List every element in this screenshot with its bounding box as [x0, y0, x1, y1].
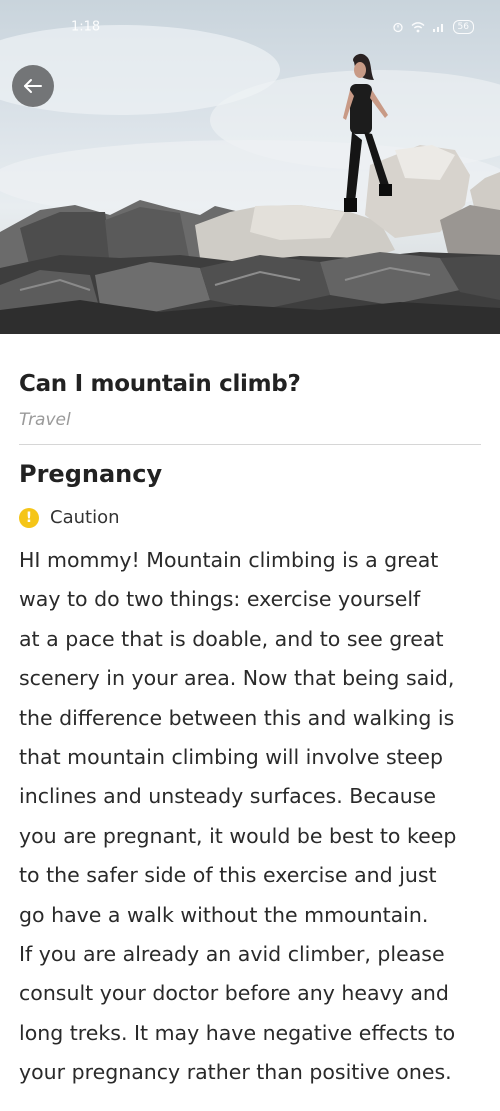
- section-title: Pregnancy: [19, 460, 163, 488]
- screen: 1:18 56 Can I mountain climb? Travel Pre…: [0, 0, 500, 1111]
- body-line: inclines and unsteady surfaces. Because: [19, 784, 437, 809]
- divider: [19, 444, 481, 445]
- status-bar: 1:18 56: [0, 0, 500, 36]
- back-button[interactable]: [12, 65, 54, 107]
- body-line: long treks. It may have negative effects…: [19, 1020, 456, 1045]
- body-line: that mountain climbing will involve stee…: [19, 745, 443, 770]
- article-title: Can I mountain climb?: [19, 371, 301, 397]
- hero-image: 1:18 56: [0, 0, 500, 334]
- body-line: If you are already an avid climber, plea…: [19, 942, 445, 967]
- back-arrow-icon: [24, 79, 42, 93]
- body-line: to the safer side of this exercise and j…: [19, 863, 437, 888]
- alarm-icon: [392, 22, 403, 33]
- body-line: your pregnancy rather than positive ones…: [19, 1060, 452, 1085]
- body-line: you are pregnant, it would be best to ke…: [19, 823, 457, 848]
- wifi-icon: [411, 22, 425, 33]
- body-line: consult your doctor before any heavy and: [19, 981, 449, 1006]
- safety-status: ! Caution: [19, 507, 120, 528]
- article-category: Travel: [19, 410, 71, 430]
- article-body: HI mommy! Mountain climbing is a great w…: [19, 541, 481, 1093]
- safety-status-label: Caution: [50, 507, 120, 528]
- body-line: HI mommy! Mountain climbing is a great: [19, 548, 439, 572]
- body-line: way to do two things: exercise yourself: [19, 587, 421, 612]
- signal-icon: [432, 24, 443, 32]
- body-line: scenery in your area. Now that being sai…: [19, 666, 455, 691]
- battery-icon: 56: [452, 20, 474, 34]
- body-line: go have a walk without the mmountain.: [19, 902, 429, 927]
- body-line: at a pace that is doable, and to see gre…: [19, 626, 444, 651]
- caution-icon: !: [19, 507, 39, 528]
- mountain-climber-photo: [0, 25, 500, 334]
- status-icons: 56: [392, 20, 474, 34]
- body-line: the difference between this and walking …: [19, 705, 455, 730]
- status-time: 1:18: [71, 19, 101, 35]
